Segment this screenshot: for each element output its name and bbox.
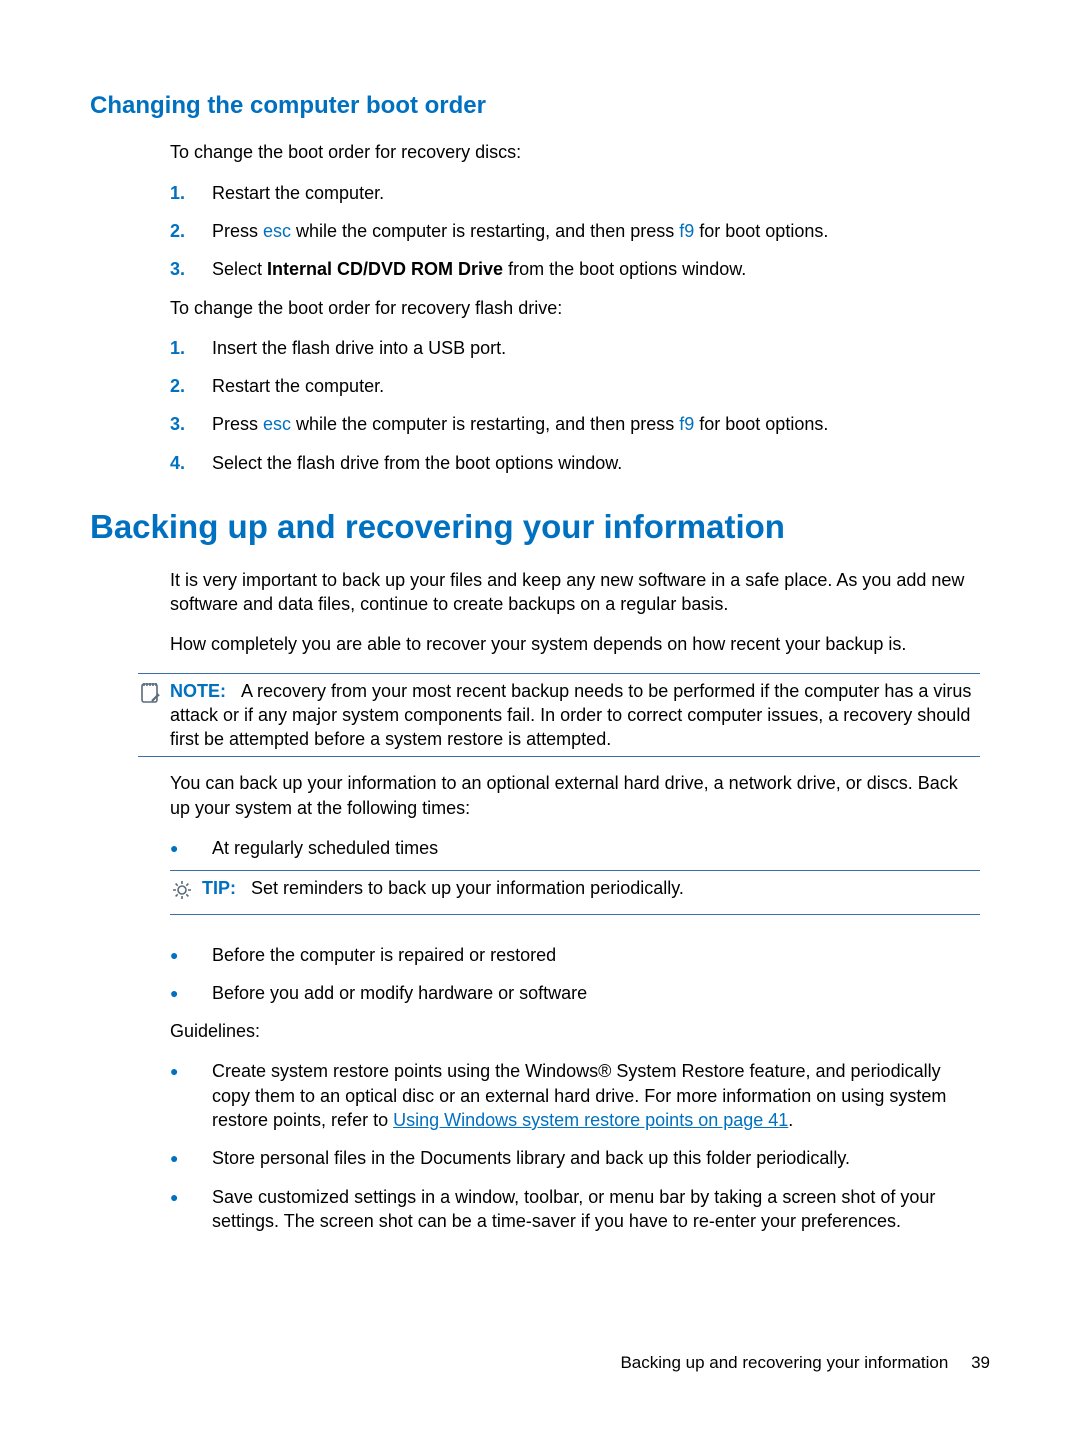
paragraph: It is very important to back up your fil… (170, 568, 980, 617)
list-text: Select Internal CD/DVD ROM Drive from th… (212, 257, 980, 281)
bullet-icon: ● (170, 1185, 212, 1234)
body-block: To change the boot order for recovery di… (170, 140, 980, 475)
list-item: ● At regularly scheduled times TIP: Set … (170, 836, 980, 929)
list-number: 4. (170, 451, 212, 475)
guidelines-label: Guidelines: (170, 1019, 980, 1043)
list-number: 3. (170, 257, 212, 281)
list-text: Create system restore points using the W… (212, 1059, 980, 1132)
list-item: ● Create system restore points using the… (170, 1059, 980, 1132)
list-text: Select the flash drive from the boot opt… (212, 451, 980, 475)
bullet-icon: ● (170, 943, 212, 967)
body-block: It is very important to back up your fil… (170, 568, 980, 1234)
bullet-list-times: ● At regularly scheduled times TIP: Set … (170, 836, 980, 1005)
key-esc: esc (263, 221, 291, 241)
bullet-list-guidelines: ● Create system restore points using the… (170, 1059, 980, 1233)
list-item: 1. Restart the computer. (170, 181, 980, 205)
list-item: ● Save customized settings in a window, … (170, 1185, 980, 1234)
bullet-icon: ● (170, 1059, 212, 1132)
tip-label: TIP: (202, 878, 236, 898)
note-body: NOTE: A recovery from your most recent b… (170, 679, 980, 752)
list-text: Press esc while the computer is restarti… (212, 412, 980, 436)
list-item: 3. Select Internal CD/DVD ROM Drive from… (170, 257, 980, 281)
list-number: 3. (170, 412, 212, 436)
note-icon (138, 679, 170, 752)
link-restore-points[interactable]: Using Windows system restore points on p… (393, 1110, 788, 1130)
heading-boot-order: Changing the computer boot order (90, 90, 990, 122)
intro-discs: To change the boot order for recovery di… (170, 140, 980, 164)
key-f9: f9 (679, 414, 694, 434)
list-item: 2. Restart the computer. (170, 374, 980, 398)
list-item: ● Store personal files in the Documents … (170, 1146, 980, 1170)
list-number: 2. (170, 374, 212, 398)
tip-icon (170, 876, 202, 908)
key-esc: esc (263, 414, 291, 434)
list-text: Save customized settings in a window, to… (212, 1185, 980, 1234)
ordered-list-discs: 1. Restart the computer. 2. Press esc wh… (170, 181, 980, 282)
list-number: 1. (170, 181, 212, 205)
paragraph: How completely you are able to recover y… (170, 632, 980, 656)
footer-title: Backing up and recovering your informati… (620, 1353, 948, 1372)
note-label: NOTE: (170, 681, 226, 701)
bullet-icon: ● (170, 981, 212, 1005)
document-page: Changing the computer boot order To chan… (0, 0, 1080, 1307)
list-text: Restart the computer. (212, 181, 980, 205)
list-text: Before the computer is repaired or resto… (212, 943, 980, 967)
list-item: 2. Press esc while the computer is resta… (170, 219, 980, 243)
note-text: A recovery from your most recent backup … (170, 681, 971, 750)
page-footer: Backing up and recovering your informati… (620, 1352, 990, 1375)
list-text: At regularly scheduled times TIP: Set re… (212, 836, 980, 929)
ordered-list-flash: 1. Insert the flash drive into a USB por… (170, 336, 980, 475)
paragraph: You can back up your information to an o… (170, 771, 980, 820)
list-item: 1. Insert the flash drive into a USB por… (170, 336, 980, 360)
note-callout: NOTE: A recovery from your most recent b… (138, 673, 980, 758)
list-item: ● Before the computer is repaired or res… (170, 943, 980, 967)
intro-flash: To change the boot order for recovery fl… (170, 296, 980, 320)
page-number: 39 (971, 1353, 990, 1372)
tip-text: Set reminders to back up your informatio… (251, 878, 684, 898)
list-item: 3. Press esc while the computer is resta… (170, 412, 980, 436)
bullet-icon: ● (170, 1146, 212, 1170)
list-item: ● Before you add or modify hardware or s… (170, 981, 980, 1005)
list-text: Before you add or modify hardware or sof… (212, 981, 980, 1005)
list-text: Restart the computer. (212, 374, 980, 398)
list-text: Insert the flash drive into a USB port. (212, 336, 980, 360)
list-text: Press esc while the computer is restarti… (212, 219, 980, 243)
heading-backing-up: Backing up and recovering your informati… (90, 505, 990, 550)
list-number: 2. (170, 219, 212, 243)
list-text: Store personal files in the Documents li… (212, 1146, 980, 1170)
tip-body: TIP: Set reminders to back up your infor… (202, 876, 980, 908)
key-f9: f9 (679, 221, 694, 241)
list-number: 1. (170, 336, 212, 360)
list-item: 4. Select the flash drive from the boot … (170, 451, 980, 475)
tip-callout: TIP: Set reminders to back up your infor… (170, 870, 980, 914)
